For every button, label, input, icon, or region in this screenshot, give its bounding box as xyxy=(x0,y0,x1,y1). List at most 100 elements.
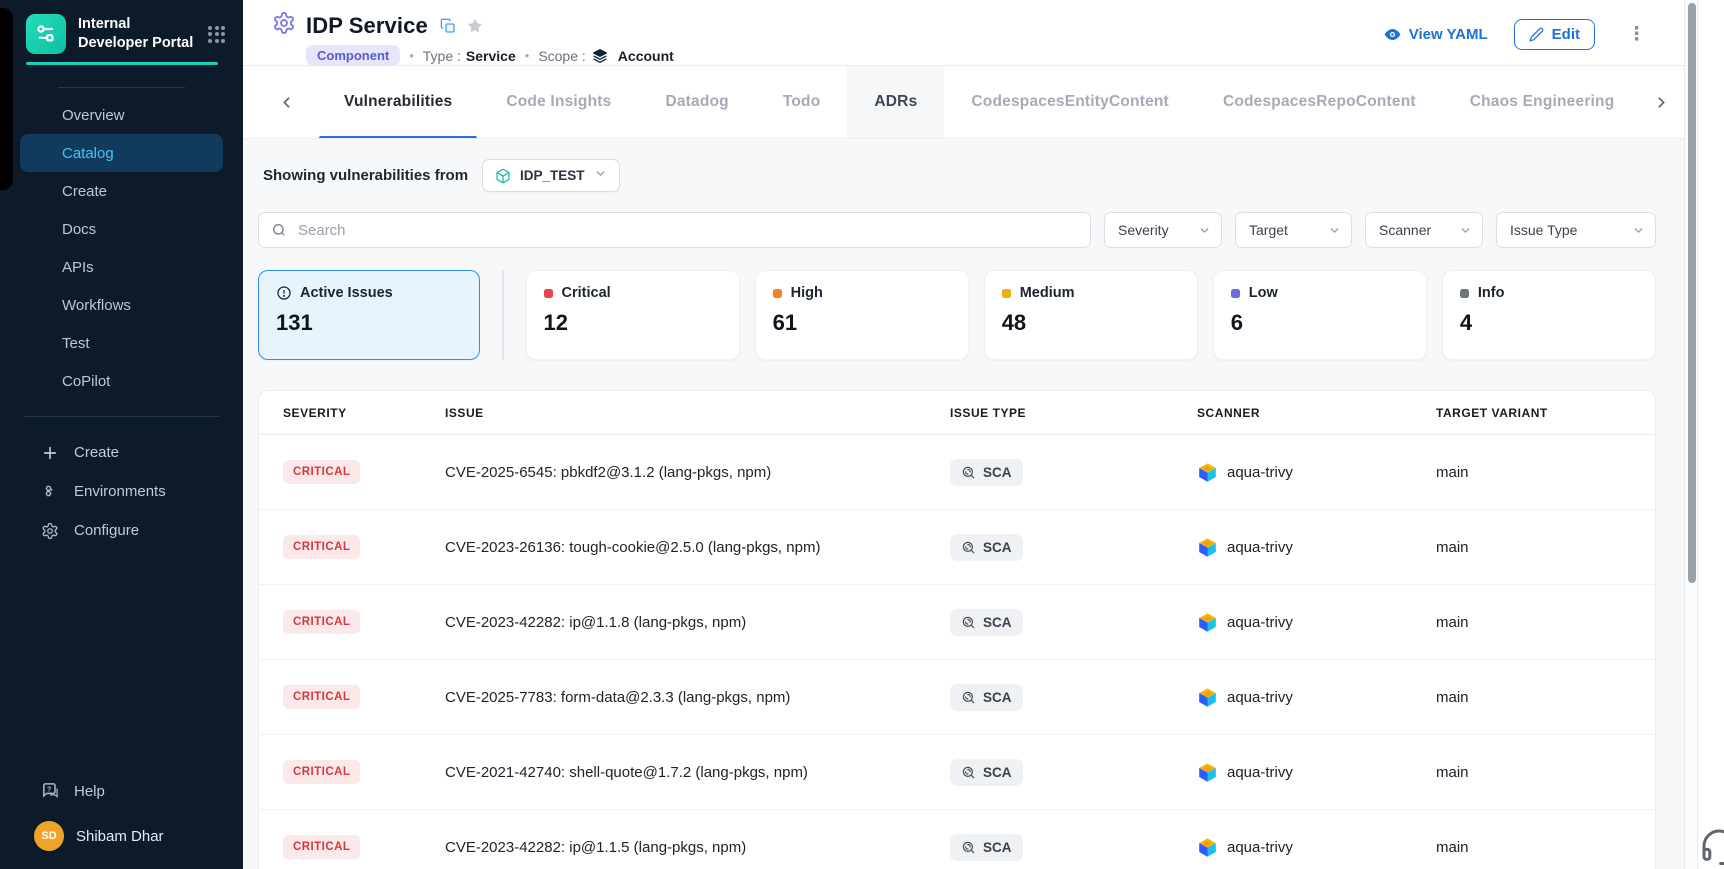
scanner-cell: aqua-trivy xyxy=(1170,462,1410,483)
plus-icon xyxy=(40,443,60,463)
chevron-down-icon xyxy=(1632,224,1645,237)
tab-todo[interactable]: Todo xyxy=(756,66,848,138)
content: Showing vulnerabilities from IDP_TEST xyxy=(243,139,1671,869)
package-search-icon xyxy=(961,765,976,780)
tab-codespacesrepocontent[interactable]: CodespacesRepoContent xyxy=(1196,66,1443,138)
trivy-cube-icon xyxy=(1197,837,1218,858)
sidebar-action-create[interactable]: Create xyxy=(0,433,243,472)
table-row[interactable]: CRITICALCVE-2021-42740: shell-quote@1.7.… xyxy=(259,735,1655,810)
stat-card-high[interactable]: High61 xyxy=(755,270,969,360)
pencil-icon xyxy=(1529,27,1544,42)
stat-value: 12 xyxy=(544,310,722,336)
scanner-cell: aqua-trivy xyxy=(1170,837,1410,858)
tab-adrs[interactable]: ADRs xyxy=(847,66,944,138)
sidebar-item-workflows[interactable]: Workflows xyxy=(20,286,223,324)
column-header-target-variant: Target Variant xyxy=(1410,406,1655,420)
issue-cell: CVE-2025-7783: form-data@2.3.3 (lang-pkg… xyxy=(419,689,920,706)
scanner-cell: aqua-trivy xyxy=(1170,612,1410,633)
table-row[interactable]: CRITICALCVE-2023-26136: tough-cookie@2.5… xyxy=(259,510,1655,585)
stat-card-medium[interactable]: Medium48 xyxy=(984,270,1198,360)
view-yaml-button[interactable]: View YAML xyxy=(1383,25,1488,44)
tab-chaos-engineering[interactable]: Chaos Engineering xyxy=(1443,66,1642,138)
scope-label: Scope : xyxy=(538,48,585,64)
package-search-icon xyxy=(961,690,976,705)
target-variant-cell: main xyxy=(1410,539,1655,556)
sidebar-item-catalog[interactable]: Catalog xyxy=(20,134,223,172)
apps-grid-icon[interactable] xyxy=(204,22,229,47)
more-options-icon[interactable]: ⋮ xyxy=(1621,21,1652,48)
tab-vulnerabilities[interactable]: Vulnerabilities xyxy=(317,66,479,138)
severity-cell: CRITICAL xyxy=(259,535,419,559)
tab-codespacesentitycontent[interactable]: CodespacesEntityContent xyxy=(944,66,1196,138)
user-menu[interactable]: SD Shibam Dhar xyxy=(0,811,243,869)
issue-cell: CVE-2023-42282: ip@1.1.5 (lang-pkgs, npm… xyxy=(419,839,920,856)
severity-badge: CRITICAL xyxy=(283,460,360,484)
sidebar-item-test[interactable]: Test xyxy=(20,324,223,362)
scrollbar-thumb[interactable] xyxy=(1688,3,1696,583)
sidebar-action-environments[interactable]: Environments xyxy=(0,472,243,511)
cube-icon xyxy=(495,168,511,184)
tabs-scroll-left-icon[interactable] xyxy=(273,66,299,138)
severity-cell: CRITICAL xyxy=(259,685,419,709)
sidebar-item-docs[interactable]: Docs xyxy=(20,210,223,248)
trivy-cube-icon xyxy=(1197,537,1218,558)
stats-divider xyxy=(502,270,504,360)
active-issues-card[interactable]: Active Issues 131 xyxy=(258,270,480,360)
project-selector[interactable]: IDP_TEST xyxy=(482,159,620,192)
table-row[interactable]: CRITICALCVE-2023-42282: ip@1.1.5 (lang-p… xyxy=(259,810,1655,869)
star-icon[interactable] xyxy=(466,17,484,35)
copy-icon[interactable] xyxy=(440,18,456,34)
sidebar-action-configure[interactable]: Configure xyxy=(0,511,243,550)
stat-value: 48 xyxy=(1002,310,1180,336)
package-search-icon xyxy=(961,540,976,555)
stat-value: 61 xyxy=(773,310,951,336)
stat-value: 6 xyxy=(1231,310,1409,336)
chevron-down-icon xyxy=(1328,224,1341,237)
scrollbar-track xyxy=(1684,0,1698,869)
stat-card-info[interactable]: Info4 xyxy=(1442,270,1656,360)
edit-button[interactable]: Edit xyxy=(1514,19,1595,50)
sidebar-item-apis[interactable]: APIs xyxy=(20,248,223,286)
environments-icon xyxy=(40,482,60,502)
sidebar-item-create[interactable]: Create xyxy=(20,172,223,210)
tab-datadog[interactable]: Datadog xyxy=(638,66,755,138)
tabs-scroll-right-icon[interactable] xyxy=(1648,66,1674,138)
active-issues-label: Active Issues xyxy=(300,285,393,301)
table-row[interactable]: CRITICALCVE-2023-42282: ip@1.1.8 (lang-p… xyxy=(259,585,1655,660)
package-search-icon xyxy=(961,465,976,480)
filter-severity[interactable]: Severity xyxy=(1104,212,1222,248)
package-search-icon xyxy=(961,615,976,630)
tab-bar: VulnerabilitiesCode InsightsDatadogTodoA… xyxy=(243,66,1684,139)
edit-label: Edit xyxy=(1552,26,1580,43)
search-box xyxy=(258,212,1091,248)
tab-code-insights[interactable]: Code Insights xyxy=(479,66,638,138)
target-variant-cell: main xyxy=(1410,614,1655,631)
info-circle-icon xyxy=(276,285,292,301)
entity-header: IDP Service Component • Type : xyxy=(243,0,1684,66)
stat-label: Info xyxy=(1478,285,1505,301)
type-value: Service xyxy=(466,48,516,64)
filter-scanner[interactable]: Scanner xyxy=(1365,212,1483,248)
table-row[interactable]: CRITICALCVE-2025-6545: pbkdf2@3.1.2 (lan… xyxy=(259,435,1655,510)
support-widget-icon[interactable] xyxy=(1699,826,1724,869)
target-variant-cell: main xyxy=(1410,689,1655,706)
help-button[interactable]: ? Help xyxy=(0,771,243,811)
sidebar-actions: CreateEnvironmentsConfigure xyxy=(0,433,243,550)
sidebar-item-overview[interactable]: Overview xyxy=(20,96,223,134)
stat-card-critical[interactable]: Critical 12 xyxy=(526,270,740,360)
sidebar-item-copilot[interactable]: CoPilot xyxy=(20,362,223,400)
filter-issue-type[interactable]: Issue Type xyxy=(1496,212,1656,248)
stat-card-low[interactable]: Low6 xyxy=(1213,270,1427,360)
search-input[interactable] xyxy=(296,221,1078,240)
stat-label: Critical xyxy=(562,285,611,301)
sidebar-divider xyxy=(58,87,185,88)
app-screen: Internal Developer Portal OverviewCatalo… xyxy=(0,0,1724,869)
stats-row: Active Issues 131 Critical 12 High61Medium… xyxy=(258,270,1656,360)
table-row[interactable]: CRITICALCVE-2025-7783: form-data@2.3.3 (… xyxy=(259,660,1655,735)
chevron-down-icon xyxy=(594,167,607,185)
sidebar-divider xyxy=(24,416,219,417)
column-header-scanner: Scanner xyxy=(1170,406,1410,420)
filter-target[interactable]: Target xyxy=(1235,212,1352,248)
showing-label: Showing vulnerabilities from xyxy=(263,167,468,184)
brand-underline xyxy=(26,62,218,65)
